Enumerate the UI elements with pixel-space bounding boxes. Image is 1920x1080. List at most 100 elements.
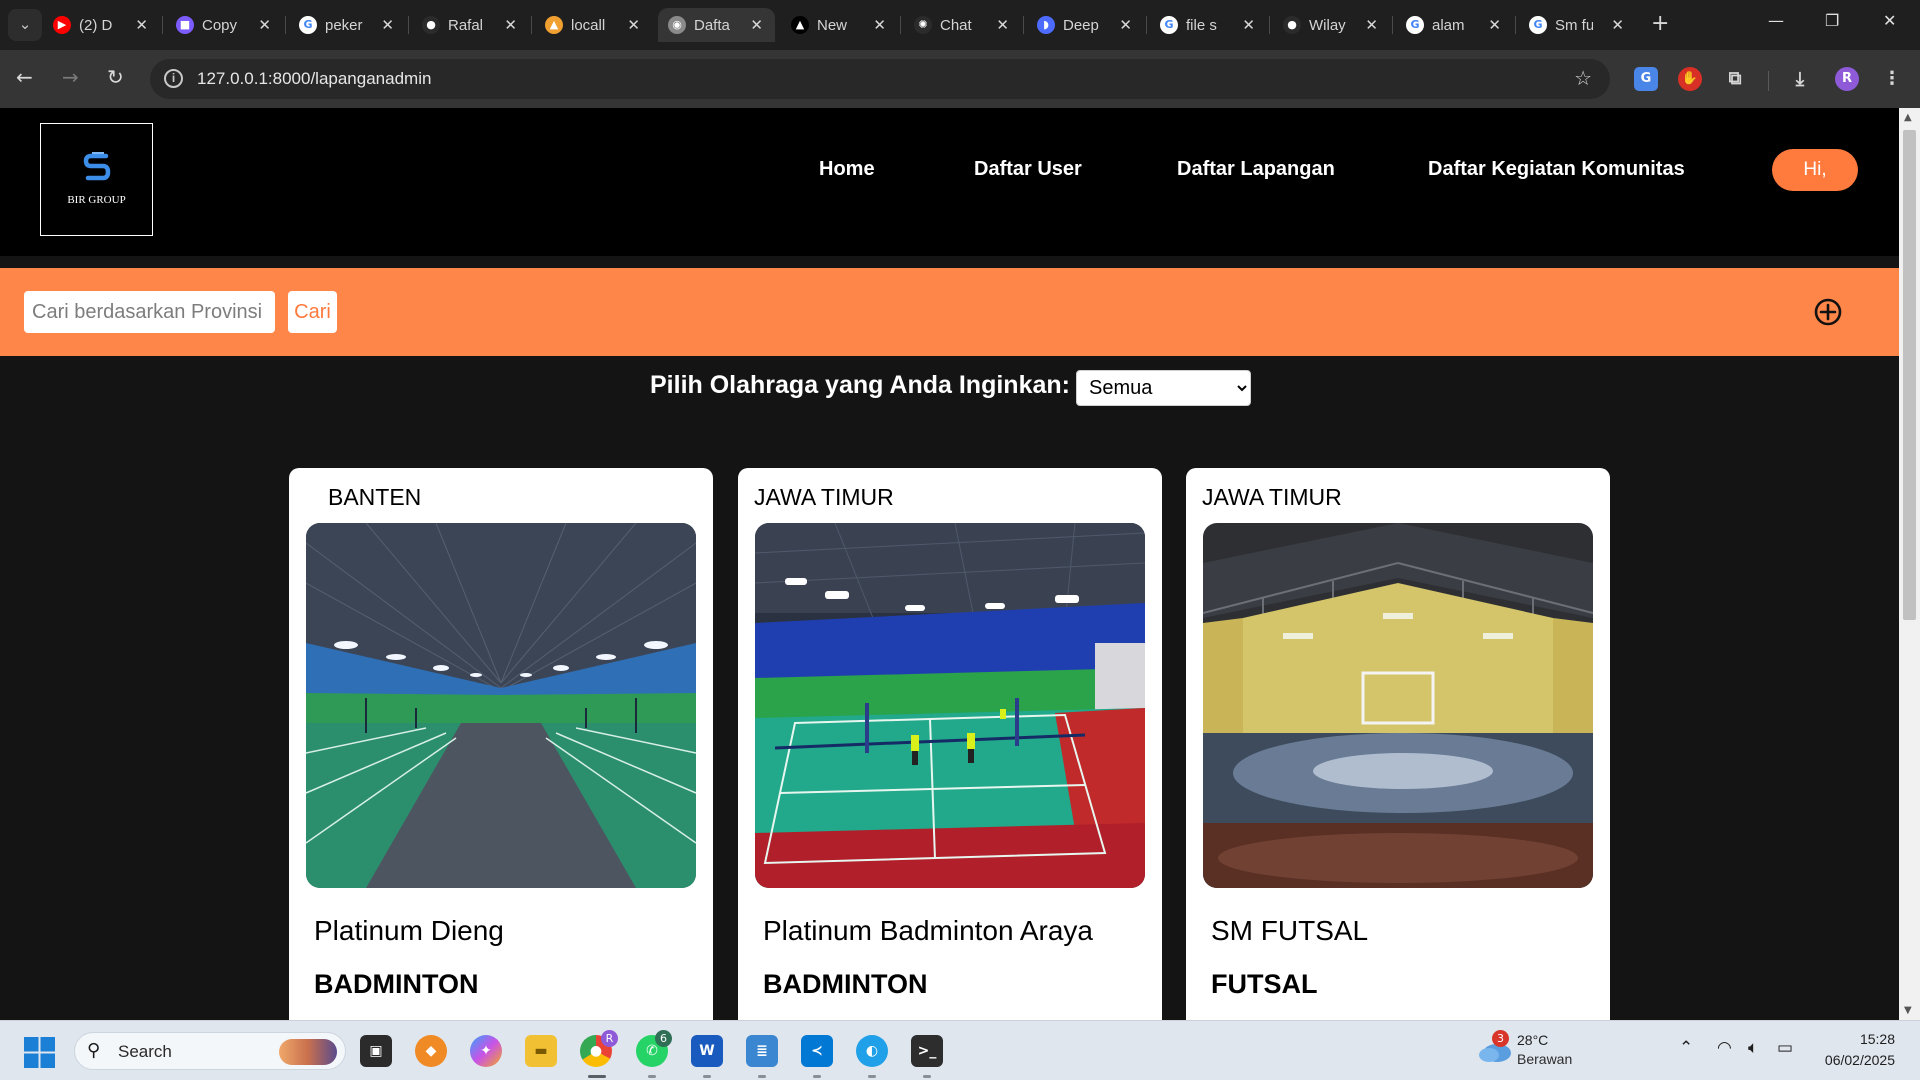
brave-browser-icon[interactable]: ◆ — [415, 1035, 447, 1067]
tab-search-button[interactable]: ⌄ — [8, 9, 42, 41]
github-icon: ● — [1283, 16, 1301, 34]
tab-title: Chat — [940, 17, 972, 34]
back-button[interactable]: ← — [16, 65, 33, 89]
nav-daftar-lapangan[interactable]: Daftar Lapangan — [1177, 158, 1335, 181]
province-search-input[interactable] — [24, 291, 275, 333]
notepad-icon[interactable]: ≣ — [746, 1035, 778, 1067]
tab-close-icon[interactable]: ✕ — [873, 16, 886, 34]
tab-title: alam — [1432, 17, 1465, 34]
search-button[interactable]: Cari — [288, 291, 337, 333]
tab-close-icon[interactable]: ✕ — [1488, 16, 1501, 34]
minimize-button[interactable]: — — [1768, 11, 1784, 30]
google-icon: G — [299, 16, 317, 34]
tab-separator — [1269, 16, 1270, 34]
vercel-icon: ▲ — [791, 16, 809, 34]
tab-close-icon[interactable]: ✕ — [996, 16, 1009, 34]
task-view-icon[interactable]: ▣ — [360, 1035, 392, 1067]
windows-start-icon[interactable] — [24, 1037, 55, 1068]
downloads-icon[interactable]: ⤓ — [1788, 67, 1812, 91]
profile-avatar[interactable]: R — [1835, 67, 1859, 91]
adblock-icon[interactable]: ✋ — [1678, 67, 1702, 91]
site-info-icon[interactable]: i — [164, 69, 183, 88]
tab-separator — [1023, 16, 1024, 34]
tab-separator — [408, 16, 409, 34]
tab-close-icon[interactable]: ✕ — [1242, 16, 1255, 34]
user-greeting-button[interactable]: Hi, — [1772, 149, 1858, 191]
chrome-running-indicator — [588, 1075, 606, 1078]
google-translate-icon[interactable]: G — [1634, 67, 1658, 91]
tab-close-icon[interactable]: ✕ — [750, 16, 763, 34]
tab-close-icon[interactable]: ✕ — [504, 16, 517, 34]
venue-card[interactable]: BANTEN Platinum Dieng BADMINTON — [289, 468, 713, 1020]
venue-sport: BADMINTON — [314, 969, 479, 999]
tab-separator — [285, 16, 286, 34]
venue-card[interactable]: JAWA TIMUR — [738, 468, 1162, 1020]
clock-time[interactable]: 15:28 — [1819, 1031, 1895, 1047]
reload-button[interactable]: ↻ — [107, 65, 124, 89]
browser-tab[interactable]: ◉ Dafta ✕ — [658, 8, 775, 42]
chatgpt-icon: ✺ — [914, 16, 932, 34]
tab-separator — [1146, 16, 1147, 34]
tab-close-icon[interactable]: ✕ — [1611, 16, 1624, 34]
show-hidden-icons-chevron-icon[interactable]: ⌃ — [1679, 1038, 1693, 1058]
tab-close-icon[interactable]: ✕ — [135, 16, 148, 34]
new-tab-button[interactable]: + — [1651, 11, 1669, 36]
bir-group-logo[interactable]: BIR GROUP — [40, 123, 153, 236]
nav-daftar-kegiatan-komunitas[interactable]: Daftar Kegiatan Komunitas — [1428, 158, 1685, 181]
search-icon: ⚲ — [87, 1040, 101, 1061]
close-window-button[interactable]: ✕ — [1883, 11, 1896, 30]
tab-close-icon[interactable]: ✕ — [258, 16, 271, 34]
sport-filter-select[interactable]: Semua — [1076, 370, 1251, 406]
address-bar[interactable]: i 127.0.0.1:8000/lapanganadmin ☆ — [150, 59, 1610, 99]
tab-close-icon[interactable]: ✕ — [381, 16, 394, 34]
taskbar-search-box[interactable]: ⚲ Search — [74, 1032, 346, 1070]
browser-tab[interactable]: ● Rafal ✕ — [412, 8, 529, 42]
nav-daftar-user[interactable]: Daftar User — [974, 158, 1082, 181]
tab-close-icon[interactable]: ✕ — [1365, 16, 1378, 34]
add-venue-icon[interactable] — [1814, 298, 1842, 326]
scrollbar-thumb[interactable] — [1903, 130, 1916, 620]
browser-tab[interactable]: ▲ New ✕ — [781, 8, 898, 42]
browser-tab[interactable]: Gfile s ✕ — [1150, 8, 1267, 42]
logo-text: BIR GROUP — [67, 194, 126, 206]
browser-tab[interactable]: ● Wilay ✕ — [1273, 8, 1390, 42]
copilot-icon[interactable]: ✦ — [470, 1035, 502, 1067]
file-explorer-icon[interactable]: ▬ — [525, 1035, 557, 1067]
scroll-up-arrow-icon[interactable]: ▲ — [1904, 112, 1912, 123]
browser-tab[interactable]: G Sm fu ✕ — [1519, 8, 1636, 42]
venue-sport: FUTSAL — [1211, 969, 1318, 999]
wifi-icon[interactable]: ◠ — [1717, 1038, 1732, 1058]
volume-icon[interactable]: 🔈︎ — [1748, 1038, 1758, 1058]
tab-close-icon[interactable]: ✕ — [627, 16, 640, 34]
scroll-down-arrow-icon[interactable]: ▼ — [1904, 1005, 1912, 1016]
tab-title: Rafal — [448, 17, 484, 34]
page-scrollbar[interactable]: ▲ ▼ — [1899, 108, 1920, 1020]
clock-date[interactable]: 06/02/2025 — [1815, 1052, 1895, 1068]
terminal-icon[interactable]: >_ — [911, 1035, 943, 1067]
browser-tab[interactable]: Gpeker ✕ — [289, 8, 406, 42]
browser-menu-icon[interactable]: ⋮ — [1880, 67, 1904, 91]
browser-tab[interactable]: ▲ locall ✕ — [535, 8, 652, 42]
venue-name: Platinum Dieng — [314, 915, 504, 946]
nav-home[interactable]: Home — [819, 158, 875, 181]
browser-tab[interactable]: ◗ Deep ✕ — [1027, 8, 1144, 42]
edge-icon[interactable]: ◐ — [856, 1035, 888, 1067]
browser-tab[interactable]: ✺ Chat ✕ — [904, 8, 1021, 42]
venue-card[interactable]: JAWA TIMUR — [1186, 468, 1610, 1020]
extensions-puzzle-icon[interactable]: ⧉ — [1723, 67, 1747, 91]
search-bar: Cari — [0, 268, 1899, 356]
browser-tab[interactable]: ■ Copy ✕ — [166, 8, 283, 42]
tab-title: New — [817, 17, 848, 34]
tab-title: Sm fu — [1555, 17, 1593, 34]
notepad-running-indicator — [758, 1075, 766, 1078]
restore-button[interactable]: ❐ — [1825, 11, 1839, 30]
browser-tab[interactable]: Galam ✕ — [1396, 8, 1513, 42]
forward-button[interactable]: → — [62, 65, 79, 89]
bookmark-star-icon[interactable]: ☆ — [1574, 66, 1592, 90]
vscode-icon[interactable]: ≺ — [801, 1035, 833, 1067]
word-icon[interactable]: W — [691, 1035, 723, 1067]
battery-icon[interactable]: ▭ — [1777, 1038, 1793, 1058]
tab-close-icon[interactable]: ✕ — [1119, 16, 1132, 34]
browser-tab[interactable]: ▶ (2) D ✕ — [43, 8, 160, 42]
toolbar-divider — [1768, 71, 1769, 91]
